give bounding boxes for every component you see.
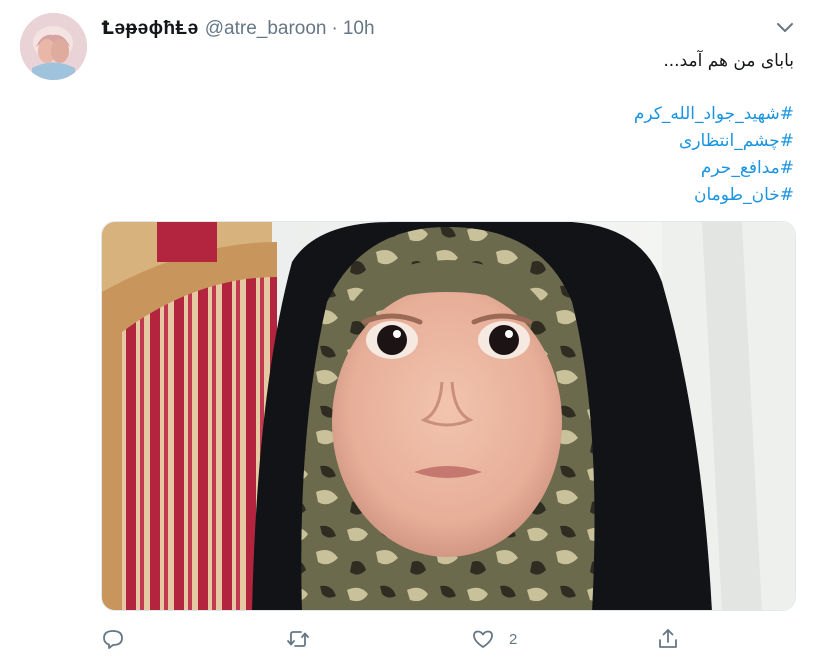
photo-image	[102, 222, 795, 610]
separator-dot: ·	[331, 18, 338, 39]
chevron-down-icon[interactable]	[774, 18, 796, 36]
tweet-text-line: بابای من هم آمد...	[663, 51, 794, 71]
retweet-button[interactable]	[286, 625, 310, 653]
like-count: 2	[509, 630, 518, 648]
hashtag-link[interactable]: #شهید_جواد_الله_کرم	[634, 104, 794, 124]
tweet-photo[interactable]	[101, 221, 796, 611]
retweet-icon	[287, 631, 309, 647]
reply-button[interactable]	[101, 625, 125, 653]
tweet-header: ꝈәᵽәɸħⱠә @atre_baroon · 10h	[101, 17, 375, 41]
avatar-image	[20, 13, 87, 80]
avatar[interactable]	[20, 13, 87, 80]
hashtag-link[interactable]: #چشم_انتظاری	[679, 131, 794, 151]
share-icon	[659, 629, 677, 648]
user-handle[interactable]: @atre_baroon	[205, 18, 327, 40]
timestamp[interactable]: 10h	[343, 18, 375, 40]
hashtag-link[interactable]: #خان_طومان	[694, 185, 794, 205]
like-button[interactable]: 2	[471, 625, 517, 653]
display-name[interactable]: ꝈәᵽәɸħⱠә	[101, 17, 199, 40]
share-button[interactable]	[656, 625, 680, 653]
tweet[interactable]: ꝈәᵽәɸħⱠә @atre_baroon · 10h بابای من هم …	[0, 0, 816, 666]
tweet-text: بابای من هم آمد... #شهید_جواد_الله_کرم #…	[104, 48, 794, 209]
hashtag-link[interactable]: #مدافع_حرم	[701, 158, 794, 178]
heart-icon	[473, 630, 493, 648]
tweet-actions: 2	[101, 625, 796, 655]
reply-icon	[103, 630, 123, 649]
